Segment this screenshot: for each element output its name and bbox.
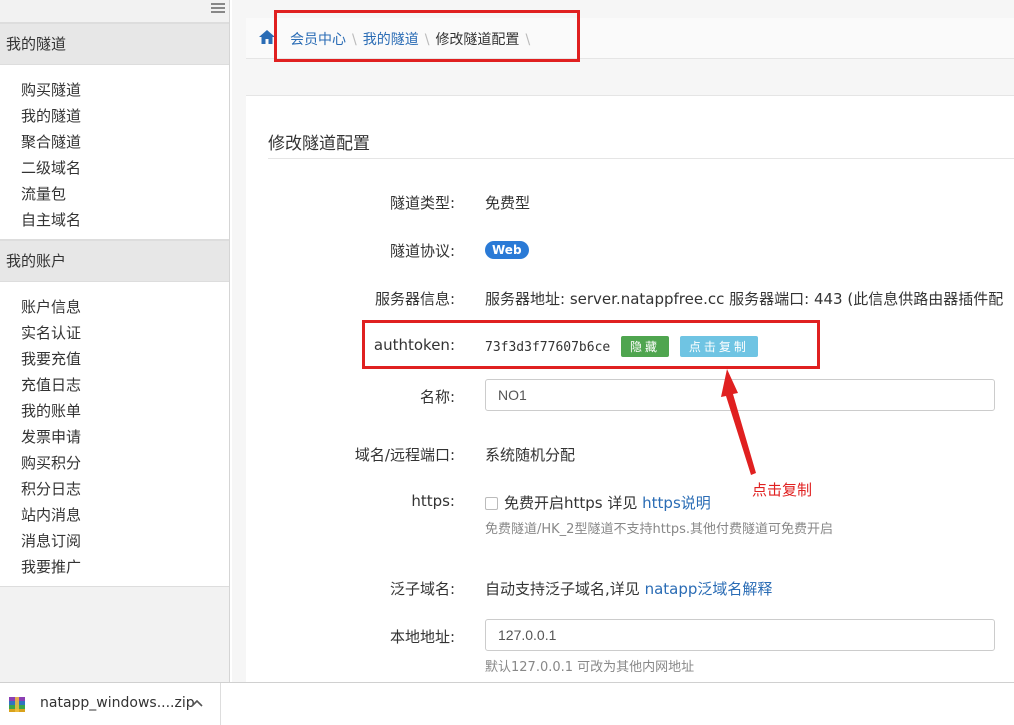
protocol-badge: Web	[485, 241, 529, 259]
sidebar-item-recharge-log[interactable]: 充值日志	[0, 372, 229, 398]
annotation-text: 点击复制	[752, 481, 813, 499]
https-value: 免费开启https 详见 https说明	[485, 492, 711, 513]
local-address-help: 默认127.0.0.1 可改为其他内网地址	[485, 660, 695, 675]
wildcard-help-link[interactable]: natapp泛域名解释	[645, 580, 773, 598]
sidebar-item-my-tunnels[interactable]: 我的隧道	[0, 103, 229, 129]
breadcrumb-highlight-box	[274, 10, 580, 62]
sidebar-section-tunnels: 我的隧道	[0, 23, 229, 65]
sidebar-item-points-log[interactable]: 积分日志	[0, 476, 229, 502]
authtoken-highlight-box	[362, 320, 820, 369]
sidebar-item-verification[interactable]: 实名认证	[0, 320, 229, 346]
tunnel-type-value: 免费型	[485, 194, 531, 212]
divider	[268, 158, 1014, 159]
hamburger-icon[interactable]	[211, 3, 225, 13]
https-help-link[interactable]: https说明	[642, 494, 711, 512]
sidebar-item-buy-tunnel[interactable]: 购买隧道	[0, 77, 229, 103]
sidebar-list-account: 账户信息 实名认证 我要充值 充值日志 我的账单 发票申请 购买积分 积分日志 …	[0, 282, 229, 587]
download-bar: natapp_windows....zip	[0, 682, 1014, 725]
sidebar-list-tunnels: 购买隧道 我的隧道 聚合隧道 二级域名 流量包 自主域名	[0, 65, 229, 240]
https-checkbox[interactable]	[485, 497, 498, 510]
edit-panel: 修改隧道配置 隧道类型: 免费型 隧道协议: Web 服务器信息: 服务器地址:…	[246, 95, 1014, 682]
sidebar-section-account: 我的账户	[0, 240, 229, 282]
sidebar: 我的隧道 购买隧道 我的隧道 聚合隧道 二级域名 流量包 自主域名 我的账户 账…	[0, 0, 230, 682]
name-label: 名称:	[419, 388, 455, 406]
protocol-label: 隧道协议:	[389, 242, 455, 260]
sidebar-item-messages[interactable]: 站内消息	[0, 502, 229, 528]
chevron-up-icon[interactable]	[190, 697, 204, 709]
server-value: 服务器地址: server.natappfree.cc 服务器端口: 443 (…	[485, 290, 1004, 308]
sidebar-item-recharge[interactable]: 我要充值	[0, 346, 229, 372]
sidebar-item-invoice[interactable]: 发票申请	[0, 424, 229, 450]
domain-label: 域名/远程端口:	[354, 446, 455, 464]
tunnel-type-label: 隧道类型:	[389, 194, 455, 212]
server-label: 服务器信息:	[374, 290, 455, 308]
page-title: 修改隧道配置	[268, 134, 370, 154]
zip-archive-icon	[9, 697, 25, 712]
local-address-input[interactable]	[485, 619, 995, 651]
https-checkbox-text: 免费开启https 详见	[504, 494, 638, 512]
annotation-arrow-icon	[721, 369, 756, 475]
sidebar-item-aggregate-tunnel[interactable]: 聚合隧道	[0, 129, 229, 155]
sidebar-item-subscriptions[interactable]: 消息订阅	[0, 528, 229, 554]
sidebar-item-custom-domain[interactable]: 自主域名	[0, 207, 229, 233]
sidebar-item-subdomain[interactable]: 二级域名	[0, 155, 229, 181]
wildcard-value: 自动支持泛子域名,详见 natapp泛域名解释	[485, 578, 772, 599]
wildcard-label: 泛子域名:	[389, 580, 455, 598]
https-help-text: 免费隧道/HK_2型隧道不支持https.其他付费隧道可免费开启	[485, 522, 834, 537]
sidebar-item-traffic-pack[interactable]: 流量包	[0, 181, 229, 207]
sidebar-item-bills[interactable]: 我的账单	[0, 398, 229, 424]
download-filename: natapp_windows....zip	[40, 695, 195, 711]
domain-value: 系统随机分配	[485, 446, 576, 464]
sidebar-item-referral[interactable]: 我要推广	[0, 554, 229, 580]
sidebar-item-account-info[interactable]: 账户信息	[0, 294, 229, 320]
protocol-value: Web	[485, 240, 529, 259]
wildcard-text: 自动支持泛子域名,详见	[485, 580, 640, 598]
https-label: https:	[411, 492, 455, 510]
download-item[interactable]: natapp_windows....zip	[0, 683, 221, 725]
sidebar-top-bar	[0, 0, 229, 23]
local-address-label: 本地地址:	[389, 628, 455, 646]
sidebar-item-buy-points[interactable]: 购买积分	[0, 450, 229, 476]
